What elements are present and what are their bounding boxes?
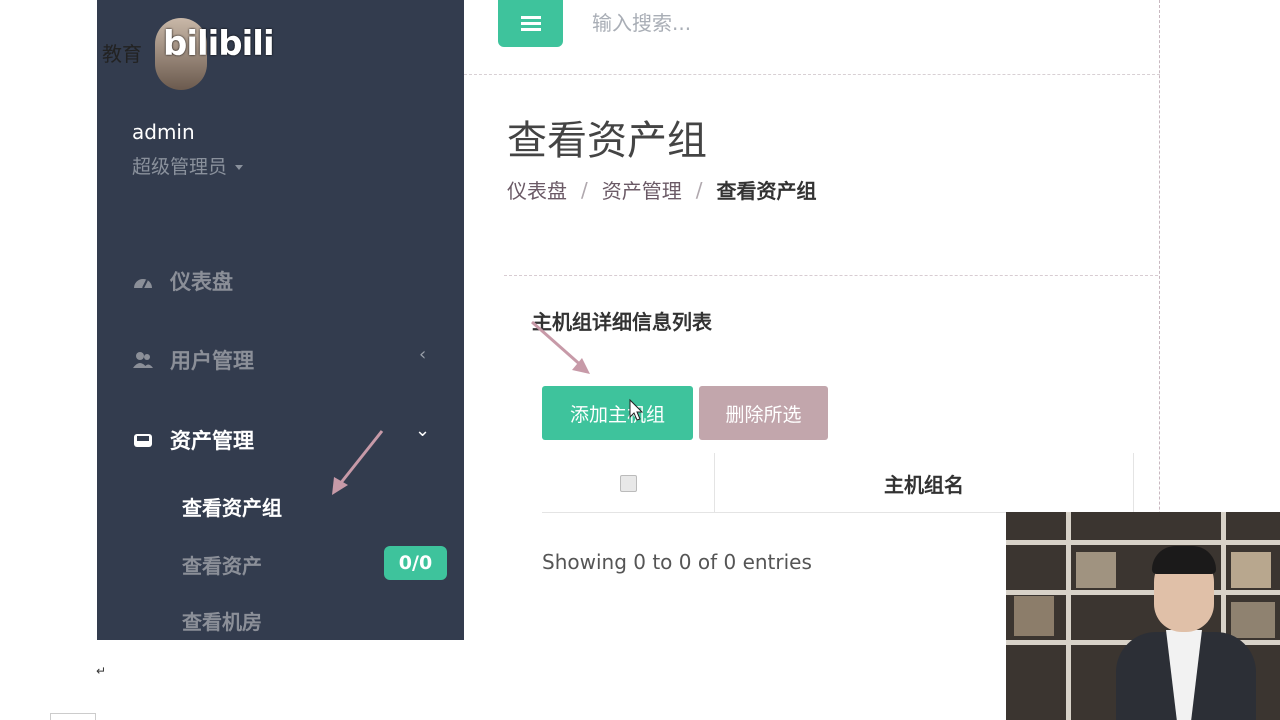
books [1014,596,1054,636]
caret-down-icon [235,165,244,170]
breadcrumb-item-current: 查看资产组 [716,179,817,203]
table-info: Showing 0 to 0 of 0 entries [542,550,812,574]
sidebar-item-label: 仪表盘 [170,270,233,294]
screen: bilibili admin 超级管理员 仪表盘 用户管理 ‹ 资产管理 ⌄ 查… [0,0,1280,720]
sidebar-item-users[interactable]: 用户管理 [132,345,254,375]
table-header-name[interactable]: 主机组名 [715,453,1134,513]
user-role-dropdown[interactable]: 超级管理员 [132,152,244,179]
user-role-label: 超级管理员 [132,156,228,178]
sidebar-subitem-view-assets[interactable]: 查看资产 [182,550,262,579]
sidebar-item-assets[interactable]: 资产管理 [132,425,254,455]
page-edge [50,713,96,720]
assets-count-badge: 0/0 [384,546,447,580]
breadcrumb-item-assets[interactable]: 资产管理 [602,175,682,204]
panel-title: 主机组详细信息列表 [532,310,712,334]
table-header-select [542,453,715,513]
bookshelf-board [1006,590,1280,595]
breadcrumb-separator: / [695,177,703,202]
breadcrumb: 仪表盘 / 资产管理 / 查看资产组 [507,175,817,204]
sidebar-item-label: 资产管理 [170,429,254,453]
search-input[interactable] [592,8,992,38]
sidebar-item-dashboard[interactable]: 仪表盘 [132,266,233,296]
dashboard-icon [134,279,152,289]
webcam-overlay [1006,512,1280,720]
add-host-group-button[interactable]: 添加主机组 [542,386,693,440]
user-name: admin [132,120,195,144]
books [1076,552,1116,588]
sidebar-item-label: 用户管理 [170,349,254,373]
select-all-checkbox[interactable] [619,474,637,492]
chevron-left-icon[interactable]: ‹ [419,344,426,365]
host-group-table: 主机组名 [542,453,1134,513]
topbar [464,0,1160,75]
sidebar-subitem-view-datacenters[interactable]: 查看机房 [182,606,262,635]
inbox-icon [134,434,152,447]
books [1231,552,1271,588]
users-icon [133,352,153,368]
delete-selected-button[interactable]: 删除所选 [699,386,828,440]
hamburger-icon [520,22,541,25]
bookshelf-board [1006,540,1280,545]
paragraph-mark-icon: ↵ [96,664,107,678]
bilibili-logo: bilibili [163,24,275,64]
breadcrumb-item-dashboard[interactable]: 仪表盘 [507,175,567,204]
bookshelf-post [1066,512,1071,720]
sidebar-subitem-view-asset-groups[interactable]: 查看资产组 [182,492,282,521]
books [1231,602,1275,638]
brand-text: 教育 [102,42,142,66]
breadcrumb-separator: / [581,177,588,202]
menu-toggle-button[interactable] [498,0,563,47]
page-title: 查看资产组 [507,118,707,164]
chevron-down-icon[interactable]: ⌄ [415,420,430,441]
sidebar: bilibili admin 超级管理员 仪表盘 用户管理 ‹ 资产管理 ⌄ 查… [97,0,464,640]
presenter-hair [1152,546,1216,574]
